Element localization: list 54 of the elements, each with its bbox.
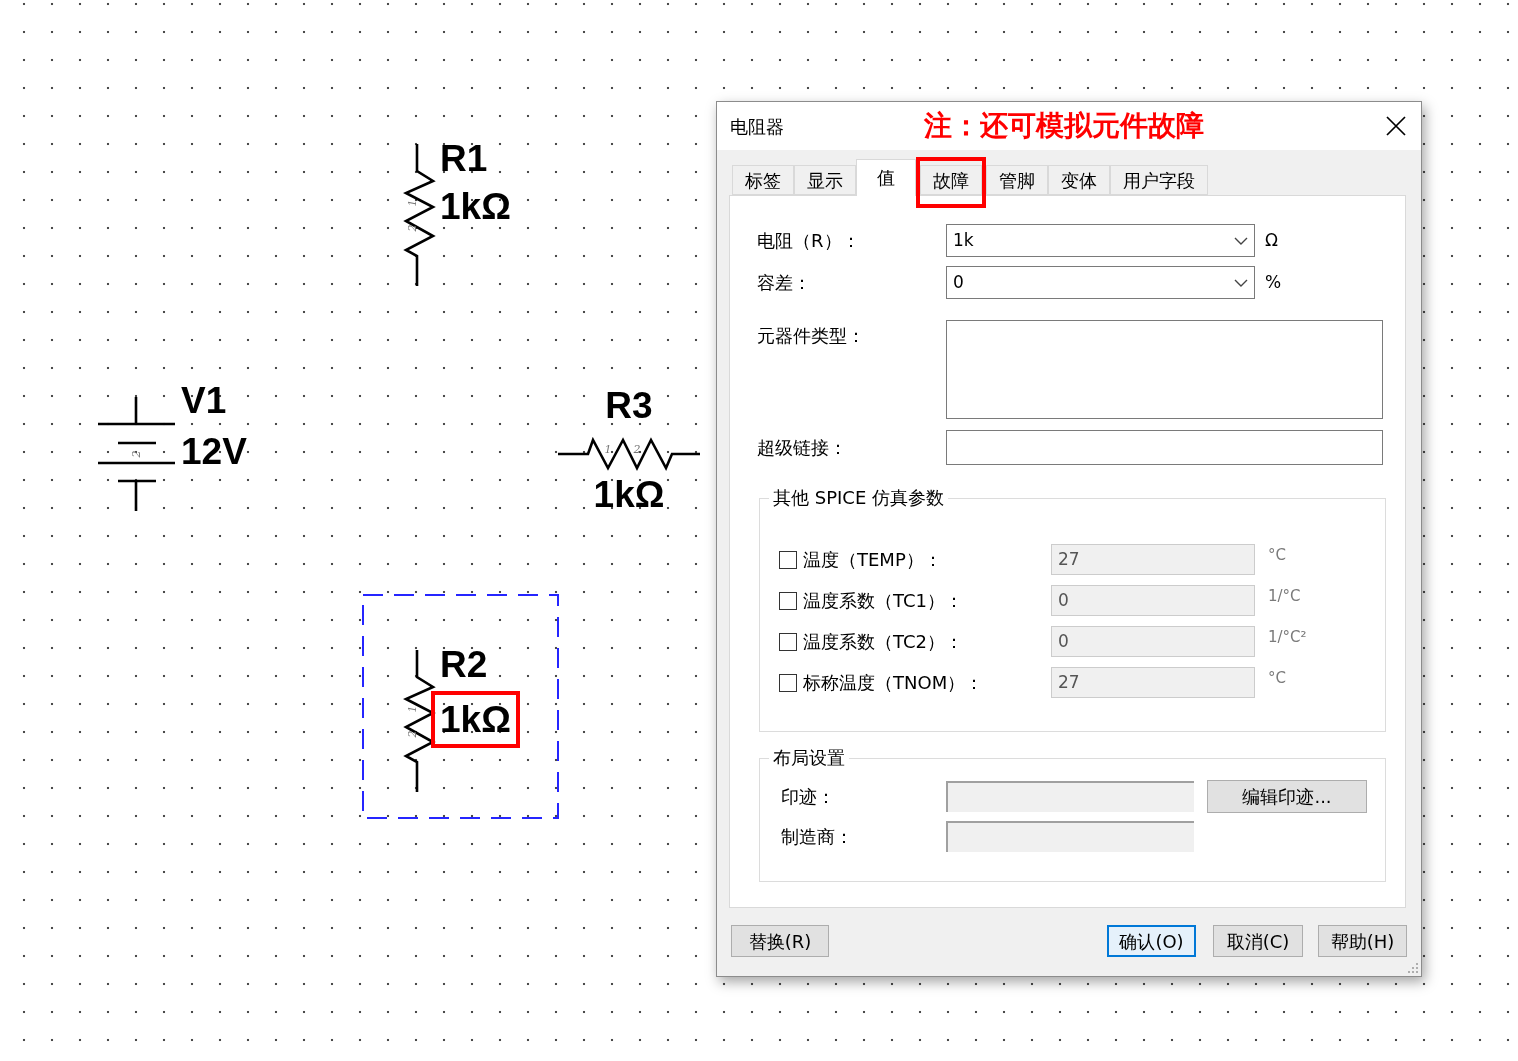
unit-label: 1/°C xyxy=(1268,586,1301,607)
pin-number: 2 xyxy=(406,730,419,738)
tab[interactable]: 值 xyxy=(856,159,916,196)
value-label: 1kΩ xyxy=(593,476,665,513)
field-label: 容差： xyxy=(757,271,812,295)
reference-label: V1 xyxy=(181,382,227,419)
field-label: 电阻（R）： xyxy=(757,229,861,253)
checkbox-label: 温度（TEMP）： xyxy=(803,548,943,572)
annotation-text: 注：还可模拟元件故障 xyxy=(924,108,1204,144)
field-label: 印迹： xyxy=(781,785,836,809)
tab[interactable]: 标签 xyxy=(732,165,794,195)
dialog-button[interactable]: 替换(R) xyxy=(731,925,829,957)
close-icon xyxy=(1386,116,1406,136)
dialog-button[interactable]: 取消(C) xyxy=(1213,925,1303,957)
unit-label: % xyxy=(1265,270,1282,294)
reference-label: R1 xyxy=(440,140,488,177)
pin-number: 2 xyxy=(633,443,641,456)
reference-label: R2 xyxy=(440,646,488,683)
checkbox-label: 温度系数（TC2）： xyxy=(803,630,964,654)
input-field[interactable] xyxy=(946,430,1383,465)
field-label: 超级链接： xyxy=(757,436,848,460)
checkbox-label: 温度系数（TC1）： xyxy=(803,589,964,613)
dropdown-field[interactable]: 0 xyxy=(946,266,1255,299)
resize-grip-icon xyxy=(1407,962,1419,974)
pin-number: 1 xyxy=(406,199,419,207)
unit-label: Ω xyxy=(1265,228,1278,252)
chevron-down-icon xyxy=(1234,278,1248,287)
pin-number: 2 xyxy=(130,450,143,458)
dialog-button[interactable]: 帮助(H) xyxy=(1318,925,1407,957)
group-title: 布局设置 xyxy=(772,747,846,769)
pin-number: 1 xyxy=(406,705,419,713)
field-label: 元器件类型： xyxy=(757,324,866,348)
window-title: 电阻器 xyxy=(730,114,784,139)
tab[interactable]: 变体 xyxy=(1048,165,1110,195)
dropdown-field[interactable]: 1k xyxy=(946,224,1255,257)
unit-label: °C xyxy=(1268,545,1286,566)
unit-label: °C xyxy=(1268,668,1286,689)
reference-label: R3 xyxy=(605,387,653,424)
text-area[interactable] xyxy=(946,320,1383,419)
value-label: 1kΩ xyxy=(431,691,520,748)
value-label: 1kΩ xyxy=(440,188,511,225)
tab[interactable]: 用户字段 xyxy=(1110,165,1208,195)
dialog-button[interactable]: 确认(O) xyxy=(1107,925,1196,957)
unit-label: 1/°C² xyxy=(1268,627,1307,648)
field-label: 制造商： xyxy=(781,825,854,849)
tab[interactable]: 显示 xyxy=(794,165,856,195)
tab[interactable]: 故障 xyxy=(920,165,982,195)
pin-number: 2 xyxy=(406,224,419,232)
tab[interactable]: 管脚 xyxy=(986,165,1048,195)
checkbox-label: 标称温度（TNOM）： xyxy=(803,671,985,695)
chevron-down-icon xyxy=(1234,236,1248,245)
pin-number: 1 xyxy=(604,443,612,456)
group-title: 其他 SPICE 仿真参数 xyxy=(772,487,945,509)
value-label: 12V xyxy=(181,433,247,470)
